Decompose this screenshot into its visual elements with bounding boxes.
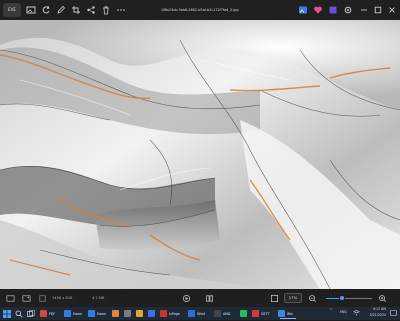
rotate-icon[interactable] [40, 4, 52, 16]
fit-window-icon[interactable] [268, 292, 280, 304]
taskbar-app-2[interactable]: Down [88, 309, 106, 318]
taskbar-app-8[interactable]: Wind [188, 309, 205, 318]
tray-chevron-icon[interactable]: ^ [330, 308, 333, 319]
wifi-icon[interactable] [353, 310, 360, 321]
heart-icon[interactable] [312, 4, 324, 16]
taskbar-app-label: Win [287, 311, 293, 316]
app-icon [278, 310, 285, 317]
gallery-icon[interactable] [297, 4, 309, 16]
active-app-indicator [280, 318, 296, 319]
app-icon [214, 310, 221, 317]
clock-date: 5/21/2024 [369, 312, 386, 317]
info-icon[interactable] [327, 4, 339, 16]
app-icon [188, 310, 195, 317]
task-view-icon [27, 309, 35, 317]
taskbar-app-1[interactable]: Down [64, 309, 82, 318]
file-name-title: 0f6a24dc-9ab6-4662-b5af-b2c172f7fad_2.jp… [161, 8, 239, 12]
share-icon[interactable] [85, 4, 97, 16]
image-dimensions: 1456 x 816 [52, 296, 73, 300]
app-icon [240, 310, 247, 317]
taskbar-app-12[interactable]: Win [278, 309, 293, 318]
start-button[interactable] [3, 309, 11, 318]
dimensions-icon [36, 292, 48, 304]
clock[interactable]: 9:17 AM 5/21/2024 [362, 307, 386, 318]
zoom-level-input[interactable]: 17% [284, 293, 302, 303]
taskbar-app-label: GETT [261, 311, 270, 316]
app-icon [64, 310, 71, 317]
taskbar-app-7[interactable]: InPage [160, 309, 180, 318]
settings-icon[interactable] [342, 4, 354, 16]
search-button[interactable] [15, 309, 23, 318]
app-icon [252, 310, 259, 317]
close-icon[interactable] [386, 4, 398, 16]
taskbar: PDF Down Down InPage Wind AMD GETT Win ^ ENG 9:… [0, 307, 400, 320]
status-bar: 1456 x 816 4.1 MB 17% [0, 289, 400, 307]
app-icon [136, 310, 143, 317]
app-logo-button[interactable]: EVE [3, 3, 21, 17]
app-icon [112, 310, 119, 317]
search-icon [15, 310, 23, 318]
delete-icon[interactable] [100, 4, 112, 16]
app-icon [88, 310, 95, 317]
notification-icon[interactable] [390, 310, 397, 321]
slideshow-icon[interactable] [180, 292, 192, 304]
image-icon[interactable] [25, 4, 37, 16]
zoom-out-icon[interactable] [306, 292, 318, 304]
taskbar-app-label: InPage [169, 311, 180, 316]
marble-photo [0, 20, 400, 289]
task-view-button[interactable] [27, 309, 35, 318]
taskbar-app-label: AMD [223, 311, 231, 316]
taskbar-app-3[interactable] [112, 309, 119, 318]
zoom-slider[interactable] [326, 295, 372, 301]
title-bar: EVE 0f6a24dc-9ab6-4662-b5af-b2c172f7fad_… [0, 0, 400, 20]
taskbar-app-11[interactable]: GETT [252, 309, 269, 318]
filmstrip-icon[interactable] [4, 292, 16, 304]
edit-icon[interactable] [55, 4, 67, 16]
language-indicator[interactable]: ENG [340, 310, 347, 321]
app-badge-label: EVE [8, 7, 16, 12]
crop-icon[interactable] [70, 4, 82, 16]
app-icon [160, 310, 167, 317]
taskbar-app-6[interactable] [148, 309, 155, 318]
taskbar-app-label: PDF [49, 311, 56, 316]
taskbar-app-5[interactable] [136, 309, 143, 318]
taskbar-app-10[interactable] [240, 309, 247, 318]
picture-icon[interactable] [20, 292, 32, 304]
zoom-slider-thumb[interactable] [339, 295, 346, 301]
taskbar-app-label: Wind [197, 311, 206, 316]
taskbar-app-9[interactable]: AMD [214, 309, 230, 318]
app-icon [148, 310, 155, 317]
taskbar-app-label: Down [97, 311, 107, 316]
windows-icon [3, 309, 11, 318]
app-icon [40, 310, 47, 317]
compare-icon[interactable] [203, 292, 215, 304]
zoom-in-icon[interactable] [376, 292, 388, 304]
taskbar-app-4[interactable] [124, 309, 131, 318]
minimize-icon[interactable] [358, 4, 370, 16]
taskbar-app-label: Down [73, 311, 83, 316]
taskbar-app-0[interactable]: PDF [40, 309, 55, 318]
file-size: 4.1 MB [92, 296, 105, 300]
app-icon [124, 310, 131, 317]
image-viewer[interactable] [0, 20, 400, 289]
maximize-icon[interactable] [372, 4, 384, 16]
more-icon[interactable] [115, 4, 127, 16]
